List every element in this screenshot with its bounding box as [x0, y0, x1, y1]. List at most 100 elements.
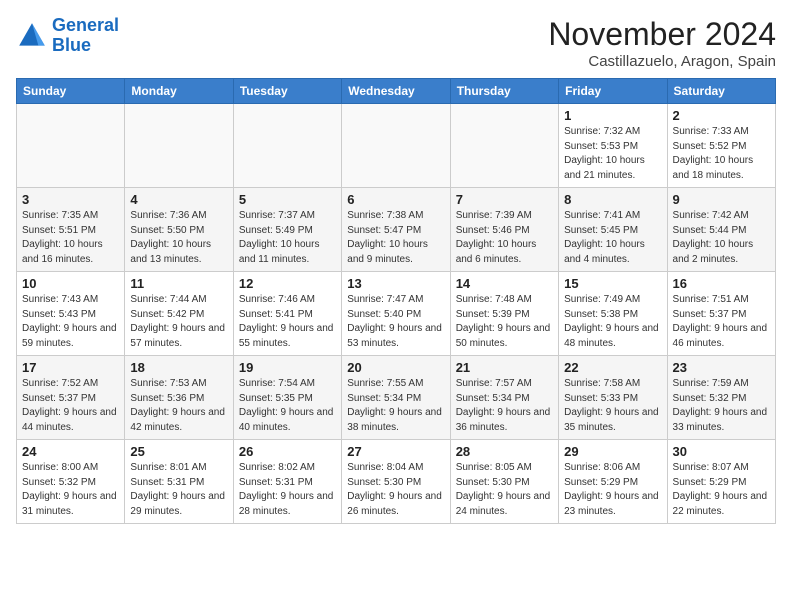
day-info: Sunrise: 7:51 AM Sunset: 5:37 PM Dayligh… [673, 293, 770, 351]
calendar-cell: 3 Sunrise: 7:35 AM Sunset: 5:51 PM Daylig… [17, 188, 125, 272]
day-number: 6 [347, 192, 444, 207]
calendar-cell: 20Sunrise: 7:55 AM Sunset: 5:34 PM Dayli… [342, 356, 450, 440]
day-number: 20 [347, 360, 444, 375]
day-number: 5 [239, 192, 336, 207]
page-header: General Blue November 2024 Castillazuelo… [16, 16, 776, 70]
day-number: 28 [456, 444, 553, 459]
day-info: Sunrise: 8:07 AM Sunset: 5:29 PM Dayligh… [673, 461, 770, 519]
calendar-cell [233, 104, 341, 188]
calendar-cell: 29 Sunrise: 8:06 AM Sunset: 5:29 PM Dayli… [559, 440, 667, 524]
day-number: 21 [456, 360, 553, 375]
logo-icon [16, 20, 48, 52]
calendar-week-row: 24 Sunrise: 8:00 AM Sunset: 5:32 PM Dayli… [17, 440, 776, 524]
calendar-table: SundayMondayTuesdayWednesdayThursdayFrid… [16, 78, 776, 524]
day-info: Sunrise: 7:42 AM Sunset: 5:44 PM Dayligh… [673, 209, 770, 267]
day-info: Sunrise: 7:33 AM Sunset: 5:52 PM Dayligh… [673, 125, 770, 183]
weekday-header-cell: Thursday [450, 79, 558, 104]
calendar-cell: 13 Sunrise: 7:47 AM Sunset: 5:40 PM Dayli… [342, 272, 450, 356]
title-area: November 2024 Castillazuelo, Aragon, Spa… [548, 16, 776, 70]
calendar-cell: 23Sunrise: 7:59 AM Sunset: 5:32 PM Dayli… [667, 356, 775, 440]
calendar-cell [342, 104, 450, 188]
day-number: 13 [347, 276, 444, 291]
calendar-week-row: 10 Sunrise: 7:43 AM Sunset: 5:43 PM Dayli… [17, 272, 776, 356]
day-info: Sunrise: 8:00 AM Sunset: 5:32 PM Dayligh… [22, 461, 119, 519]
day-number: 14 [456, 276, 553, 291]
calendar-cell: 22Sunrise: 7:58 AM Sunset: 5:33 PM Dayli… [559, 356, 667, 440]
day-info: Sunrise: 7:41 AM Sunset: 5:45 PM Dayligh… [564, 209, 661, 267]
day-number: 29 [564, 444, 661, 459]
day-number: 4 [130, 192, 227, 207]
calendar-cell: 26Sunrise: 8:02 AM Sunset: 5:31 PM Dayli… [233, 440, 341, 524]
day-info: Sunrise: 7:47 AM Sunset: 5:40 PM Dayligh… [347, 293, 444, 351]
day-info: Sunrise: 7:39 AM Sunset: 5:46 PM Dayligh… [456, 209, 553, 267]
weekday-header-cell: Sunday [17, 79, 125, 104]
day-info: Sunrise: 7:46 AM Sunset: 5:41 PM Dayligh… [239, 293, 336, 351]
location-title: Castillazuelo, Aragon, Spain [548, 53, 776, 70]
day-number: 9 [673, 192, 770, 207]
day-info: Sunrise: 7:57 AM Sunset: 5:34 PM Dayligh… [456, 377, 553, 435]
calendar-cell: 24 Sunrise: 8:00 AM Sunset: 5:32 PM Dayli… [17, 440, 125, 524]
calendar-cell: 15 Sunrise: 7:49 AM Sunset: 5:38 PM Dayli… [559, 272, 667, 356]
calendar-week-row: 17 Sunrise: 7:52 AM Sunset: 5:37 PM Dayli… [17, 356, 776, 440]
weekday-header-cell: Tuesday [233, 79, 341, 104]
day-number: 24 [22, 444, 119, 459]
calendar-cell: 7 Sunrise: 7:39 AM Sunset: 5:46 PM Daylig… [450, 188, 558, 272]
day-number: 25 [130, 444, 227, 459]
day-number: 15 [564, 276, 661, 291]
day-info: Sunrise: 7:44 AM Sunset: 5:42 PM Dayligh… [130, 293, 227, 351]
logo-text: General Blue [52, 16, 119, 56]
calendar-cell: 25Sunrise: 8:01 AM Sunset: 5:31 PM Dayli… [125, 440, 233, 524]
day-number: 12 [239, 276, 336, 291]
day-info: Sunrise: 7:32 AM Sunset: 5:53 PM Dayligh… [564, 125, 661, 183]
day-info: Sunrise: 7:38 AM Sunset: 5:47 PM Dayligh… [347, 209, 444, 267]
day-number: 2 [673, 108, 770, 123]
day-info: Sunrise: 7:37 AM Sunset: 5:49 PM Dayligh… [239, 209, 336, 267]
day-number: 7 [456, 192, 553, 207]
calendar-cell: 28Sunrise: 8:05 AM Sunset: 5:30 PM Dayli… [450, 440, 558, 524]
day-number: 18 [130, 360, 227, 375]
day-number: 3 [22, 192, 119, 207]
day-number: 27 [347, 444, 444, 459]
day-number: 8 [564, 192, 661, 207]
day-info: Sunrise: 7:49 AM Sunset: 5:38 PM Dayligh… [564, 293, 661, 351]
calendar-cell [17, 104, 125, 188]
day-number: 11 [130, 276, 227, 291]
weekday-header-cell: Friday [559, 79, 667, 104]
calendar-cell: 21 Sunrise: 7:57 AM Sunset: 5:34 PM Dayli… [450, 356, 558, 440]
day-info: Sunrise: 8:06 AM Sunset: 5:29 PM Dayligh… [564, 461, 661, 519]
calendar-cell: 6 Sunrise: 7:38 AM Sunset: 5:47 PM Daylig… [342, 188, 450, 272]
month-title: November 2024 [548, 16, 776, 53]
calendar-week-row: 1Sunrise: 7:32 AM Sunset: 5:53 PM Daylig… [17, 104, 776, 188]
calendar-cell: 5 Sunrise: 7:37 AM Sunset: 5:49 PM Daylig… [233, 188, 341, 272]
calendar-cell: 30 Sunrise: 8:07 AM Sunset: 5:29 PM Dayli… [667, 440, 775, 524]
calendar-week-row: 3 Sunrise: 7:35 AM Sunset: 5:51 PM Daylig… [17, 188, 776, 272]
day-info: Sunrise: 8:02 AM Sunset: 5:31 PM Dayligh… [239, 461, 336, 519]
weekday-header-cell: Saturday [667, 79, 775, 104]
calendar-cell: 12 Sunrise: 7:46 AM Sunset: 5:41 PM Dayli… [233, 272, 341, 356]
calendar-cell: 11 Sunrise: 7:44 AM Sunset: 5:42 PM Dayli… [125, 272, 233, 356]
calendar-cell [450, 104, 558, 188]
day-number: 10 [22, 276, 119, 291]
weekday-header-cell: Wednesday [342, 79, 450, 104]
calendar-cell: 2 Sunrise: 7:33 AM Sunset: 5:52 PM Daylig… [667, 104, 775, 188]
calendar-cell: 1Sunrise: 7:32 AM Sunset: 5:53 PM Daylig… [559, 104, 667, 188]
day-number: 23 [673, 360, 770, 375]
logo-line2: Blue [52, 35, 91, 55]
calendar-cell: 27 Sunrise: 8:04 AM Sunset: 5:30 PM Dayli… [342, 440, 450, 524]
day-number: 17 [22, 360, 119, 375]
calendar-cell: 16 Sunrise: 7:51 AM Sunset: 5:37 PM Dayli… [667, 272, 775, 356]
calendar-body: 1Sunrise: 7:32 AM Sunset: 5:53 PM Daylig… [17, 104, 776, 524]
calendar-cell [125, 104, 233, 188]
weekday-header-row: SundayMondayTuesdayWednesdayThursdayFrid… [17, 79, 776, 104]
day-number: 16 [673, 276, 770, 291]
day-info: Sunrise: 7:48 AM Sunset: 5:39 PM Dayligh… [456, 293, 553, 351]
day-info: Sunrise: 7:43 AM Sunset: 5:43 PM Dayligh… [22, 293, 119, 351]
calendar-cell: 19Sunrise: 7:54 AM Sunset: 5:35 PM Dayli… [233, 356, 341, 440]
day-info: Sunrise: 8:04 AM Sunset: 5:30 PM Dayligh… [347, 461, 444, 519]
logo: General Blue [16, 16, 119, 56]
day-number: 19 [239, 360, 336, 375]
day-number: 30 [673, 444, 770, 459]
day-info: Sunrise: 7:35 AM Sunset: 5:51 PM Dayligh… [22, 209, 119, 267]
logo-line1: General [52, 15, 119, 35]
day-info: Sunrise: 7:52 AM Sunset: 5:37 PM Dayligh… [22, 377, 119, 435]
